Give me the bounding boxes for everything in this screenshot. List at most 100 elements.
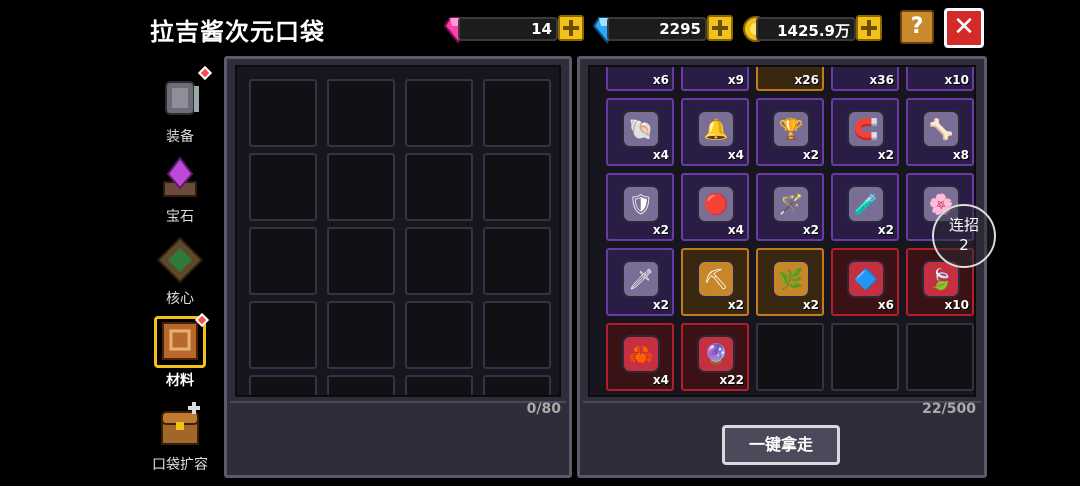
- backpack-slot[interactable]: [405, 79, 473, 147]
- diamond-value: 2295: [659, 20, 701, 38]
- backpack-slot[interactable]: [483, 301, 551, 369]
- pocket-item-slot[interactable]: x26: [756, 67, 824, 91]
- pocket-item-slot[interactable]: 🔔 x4: [681, 98, 749, 166]
- backpack-slot[interactable]: [405, 375, 473, 395]
- item-quantity: x4: [652, 373, 669, 387]
- sidebar-item-core[interactable]: 核心: [140, 234, 220, 308]
- item-quantity: x2: [802, 298, 819, 312]
- backpack-slot[interactable]: [249, 79, 317, 147]
- core-icon: [154, 234, 206, 286]
- pink-gem-value: 14: [531, 20, 552, 38]
- backpack-slot[interactable]: [249, 227, 317, 295]
- gold-counter: 1425.9万: [742, 14, 887, 44]
- pocket-item-slot[interactable]: 🧪 x2: [831, 173, 899, 241]
- backpack-slot[interactable]: [483, 375, 551, 395]
- item-quantity: x36: [869, 73, 894, 87]
- item-quantity: x2: [802, 223, 819, 237]
- backpack-grid[interactable]: [235, 65, 561, 397]
- pocket-item-slot[interactable]: 🔷 x6: [831, 248, 899, 316]
- backpack-slot[interactable]: [327, 301, 395, 369]
- backpack-slot[interactable]: [483, 153, 551, 221]
- sidebar-item-equipment[interactable]: 装备: [140, 65, 220, 146]
- page-title: 拉吉酱次元口袋: [150, 18, 325, 46]
- gold-plus-button[interactable]: [856, 15, 882, 41]
- take-all-button[interactable]: 一键拿走: [722, 425, 840, 465]
- sidebar-item-gem[interactable]: 宝石: [140, 152, 220, 226]
- pocket-item-slot[interactable]: 🧲 x2: [831, 98, 899, 166]
- horn-icon: 🦴: [922, 110, 960, 148]
- backpack-slot[interactable]: [327, 79, 395, 147]
- item-quantity: x6: [877, 298, 894, 312]
- potion-icon: 🧪: [847, 185, 885, 223]
- backpack-slot[interactable]: [327, 227, 395, 295]
- chest-icon: [154, 400, 206, 452]
- item-quantity: x2: [652, 223, 669, 237]
- sidebar-item-label: 核心: [166, 291, 194, 307]
- pink-gem-plus-button[interactable]: [558, 15, 584, 41]
- item-quantity: x2: [802, 148, 819, 162]
- pocket-item-slot[interactable]: x6: [606, 67, 674, 91]
- item-quantity: x22: [719, 373, 744, 387]
- crystal-icon: 🔷: [847, 260, 885, 298]
- trophy-icon: 🏆: [772, 110, 810, 148]
- pocket-empty-slot[interactable]: [831, 323, 899, 391]
- pocket-item-slot[interactable]: 🗡 x2: [606, 248, 674, 316]
- material-book-icon: [154, 312, 210, 368]
- item-quantity: x26: [794, 73, 819, 87]
- backpack-slot[interactable]: [327, 375, 395, 395]
- backpack-slot[interactable]: [483, 227, 551, 295]
- herb-icon: 🌿: [772, 260, 810, 298]
- shell-icon: 🐚: [622, 110, 660, 148]
- pocket-panel: x6 x9 x26 x36 x10 🐚 x4 🔔 x4 🏆 x2 🧲 x2 🦴 x8 🛡 x2 🔴 x4 🪄 x2 🧪 x2…: [577, 56, 987, 478]
- backpack-slot[interactable]: [249, 301, 317, 369]
- sidebar-item-label: 宝石: [166, 209, 194, 225]
- pocket-empty-slot[interactable]: [906, 323, 974, 391]
- shield-card-icon: 🛡: [622, 185, 660, 223]
- edge-arc: [0, 20, 12, 90]
- backpack-slot[interactable]: [405, 227, 473, 295]
- sidebar-item-label: 装备: [166, 129, 194, 145]
- pink-gem-counter: 14: [444, 14, 589, 44]
- pocket-item-slot[interactable]: x10: [906, 67, 974, 91]
- item-quantity: x6: [652, 73, 669, 87]
- backpack-slot[interactable]: [405, 153, 473, 221]
- close-button[interactable]: ✕: [944, 8, 984, 48]
- magic-orb-icon: 🔮: [697, 335, 735, 373]
- claw-icon: 🦀: [622, 335, 660, 373]
- item-quantity: x10: [944, 73, 969, 87]
- item-quantity: x4: [727, 223, 744, 237]
- diamond-plus-button[interactable]: [707, 15, 733, 41]
- combo-indicator: 连招 2: [932, 204, 996, 268]
- sidebar-item-label: 口袋扩容: [152, 457, 208, 473]
- pocket-item-slot[interactable]: x36: [831, 67, 899, 91]
- pocket-item-slot[interactable]: 🔴 x4: [681, 173, 749, 241]
- pocket-item-slot[interactable]: 🦀 x4: [606, 323, 674, 391]
- pocket-item-slot[interactable]: 🏆 x2: [756, 98, 824, 166]
- pocket-empty-slot[interactable]: [756, 323, 824, 391]
- pickaxe-icon: ⛏: [697, 260, 735, 298]
- pocket-item-slot[interactable]: x9: [681, 67, 749, 91]
- backpack-slot[interactable]: [483, 79, 551, 147]
- item-quantity: x4: [727, 148, 744, 162]
- pocket-item-slot[interactable]: 🔮 x22: [681, 323, 749, 391]
- pocket-grid[interactable]: x6 x9 x26 x36 x10 🐚 x4 🔔 x4 🏆 x2 🧲 x2 🦴 x8 🛡 x2 🔴 x4 🪄 x2 🧪 x2…: [588, 65, 976, 397]
- pocket-item-slot[interactable]: 🐚 x4: [606, 98, 674, 166]
- gold-value: 1425.9万: [777, 22, 850, 40]
- pocket-item-slot[interactable]: ⛏ x2: [681, 248, 749, 316]
- backpack-slot[interactable]: [405, 301, 473, 369]
- sidebar-item-expand-pocket[interactable]: 口袋扩容: [140, 400, 220, 474]
- pocket-item-slot[interactable]: 🌿 x2: [756, 248, 824, 316]
- pocket-item-slot[interactable]: 🛡 x2: [606, 173, 674, 241]
- help-button[interactable]: ?: [900, 10, 934, 44]
- backpack-slot[interactable]: [249, 375, 317, 395]
- armor-icon: [154, 65, 213, 124]
- pocket-item-slot[interactable]: 🦴 x8: [906, 98, 974, 166]
- pocket-item-slot[interactable]: 🪄 x2: [756, 173, 824, 241]
- item-quantity: x2: [877, 148, 894, 162]
- combo-label: 连招: [948, 216, 979, 234]
- rod-icon: 🗡: [622, 260, 660, 298]
- backpack-slot[interactable]: [249, 153, 317, 221]
- backpack-slot[interactable]: [327, 153, 395, 221]
- sidebar-item-materials[interactable]: 材料: [140, 312, 220, 390]
- combo-value: 2: [959, 236, 969, 254]
